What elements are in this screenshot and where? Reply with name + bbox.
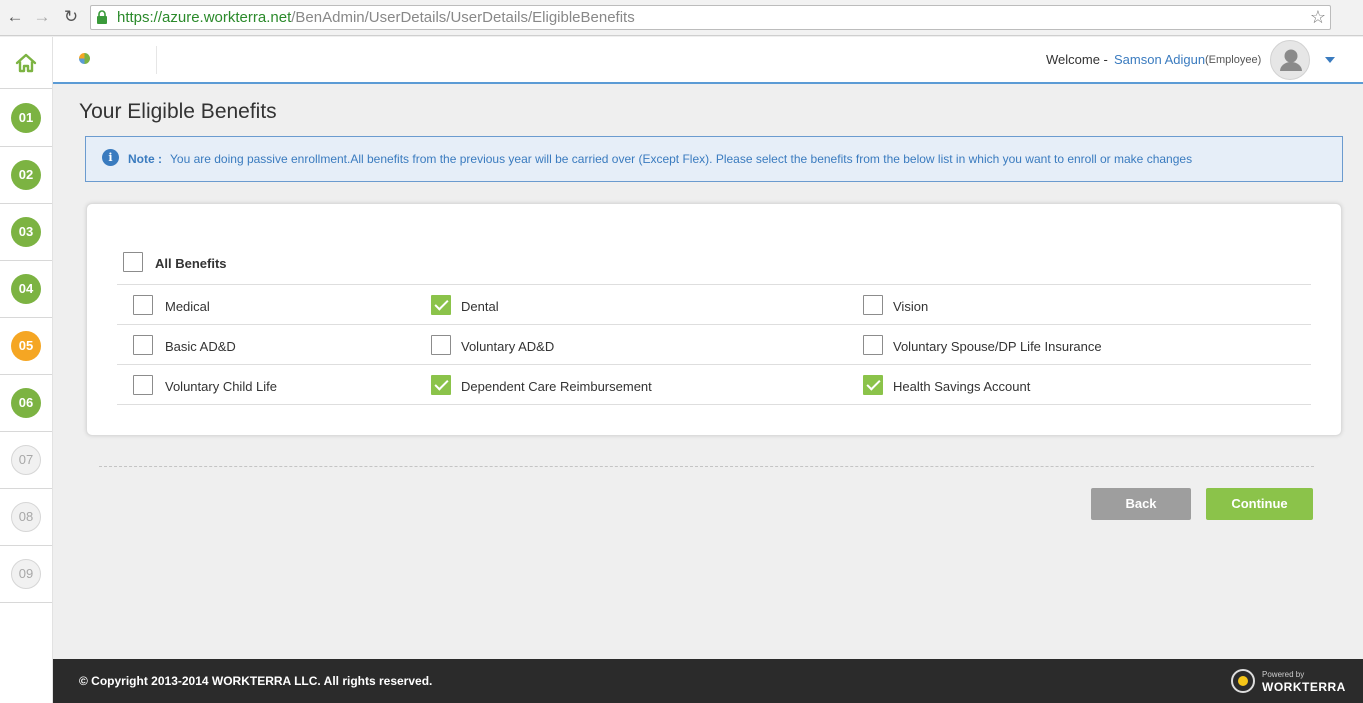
step-9[interactable]: 09 bbox=[0, 546, 52, 603]
chevron-down-icon[interactable] bbox=[1325, 57, 1335, 63]
step-2[interactable]: 02 bbox=[0, 147, 52, 204]
benefit-label[interactable]: Voluntary Child Life bbox=[165, 379, 277, 394]
back-button[interactable]: Back bbox=[1091, 488, 1191, 520]
note-text: You are doing passive enrollment.All ben… bbox=[170, 152, 1193, 166]
home-button[interactable] bbox=[0, 37, 52, 89]
all-benefits-label: All Benefits bbox=[155, 256, 227, 271]
row-divider bbox=[117, 404, 1311, 405]
powered-by-text: Powered by bbox=[1262, 670, 1305, 679]
note-label: Note : bbox=[128, 152, 162, 166]
forward-arrow-icon[interactable]: → bbox=[31, 6, 53, 28]
header-divider bbox=[156, 46, 157, 74]
url-path: /BenAdmin/UserDetails/UserDetails/Eligib… bbox=[291, 9, 635, 26]
address-bar[interactable]: https://azure.workterra.net/BenAdmin/Use… bbox=[90, 5, 1331, 30]
step-6[interactable]: 06 bbox=[0, 375, 52, 432]
bookmark-star-icon[interactable]: ☆ bbox=[1310, 7, 1326, 28]
benefit-label[interactable]: Medical bbox=[165, 299, 210, 314]
step-4[interactable]: 04 bbox=[0, 261, 52, 318]
benefit-checkbox[interactable] bbox=[133, 375, 153, 395]
benefit-checkbox[interactable] bbox=[431, 295, 451, 315]
row-divider bbox=[117, 324, 1311, 325]
section-divider bbox=[99, 466, 1314, 467]
app-header: Welcome - Samson Adigun (Employee) bbox=[53, 37, 1363, 84]
reload-icon[interactable]: ↻ bbox=[60, 6, 82, 28]
avatar[interactable] bbox=[1270, 40, 1310, 80]
copyright-text: © Copyright 2013-2014 WORKTERRA LLC. All… bbox=[79, 674, 433, 688]
benefit-label[interactable]: Dependent Care Reimbursement bbox=[461, 379, 652, 394]
user-silhouette-icon bbox=[1280, 49, 1302, 71]
step-8[interactable]: 08 bbox=[0, 489, 52, 546]
benefit-label[interactable]: Basic AD&D bbox=[165, 339, 236, 354]
workterra-logo-icon bbox=[1231, 669, 1255, 693]
step-rail: 01 02 03 04 05 06 07 08 09 bbox=[0, 37, 53, 703]
step-1[interactable]: 01 bbox=[0, 90, 52, 147]
benefit-checkbox[interactable] bbox=[431, 335, 451, 355]
back-arrow-icon[interactable]: ← bbox=[4, 6, 26, 28]
benefit-label[interactable]: Vision bbox=[893, 299, 928, 314]
page-title: Your Eligible Benefits bbox=[79, 100, 277, 123]
step-5[interactable]: 05 bbox=[0, 318, 52, 375]
browser-toolbar: ← → ↻ https://azure.workterra.net/BenAdm… bbox=[0, 0, 1363, 36]
url-host: https://azure.workterra.net bbox=[117, 9, 292, 26]
checkmark-icon bbox=[866, 376, 881, 391]
checkmark-icon bbox=[434, 296, 449, 311]
step-number: 01 bbox=[11, 103, 41, 133]
benefit-label[interactable]: Voluntary Spouse/DP Life Insurance bbox=[893, 339, 1102, 354]
checkmark-icon bbox=[434, 376, 449, 391]
logo-icon[interactable] bbox=[79, 53, 90, 64]
user-role: (Employee) bbox=[1205, 54, 1262, 66]
benefit-checkbox[interactable] bbox=[863, 375, 883, 395]
step-number: 05 bbox=[11, 331, 41, 361]
info-note: i Note : You are doing passive enrollmen… bbox=[85, 136, 1343, 182]
benefit-label[interactable]: Voluntary AD&D bbox=[461, 339, 554, 354]
step-number: 04 bbox=[11, 274, 41, 304]
info-icon: i bbox=[102, 149, 119, 166]
step-number: 03 bbox=[11, 217, 41, 247]
benefit-label[interactable]: Dental bbox=[461, 299, 499, 314]
step-number: 02 bbox=[11, 160, 41, 190]
benefit-checkbox[interactable] bbox=[431, 375, 451, 395]
step-number: 07 bbox=[11, 445, 41, 475]
step-number: 09 bbox=[11, 559, 41, 589]
all-benefits-checkbox[interactable] bbox=[123, 252, 143, 272]
benefit-checkbox[interactable] bbox=[133, 335, 153, 355]
footer: © Copyright 2013-2014 WORKTERRA LLC. All… bbox=[53, 659, 1363, 703]
welcome-text: Welcome - bbox=[1046, 52, 1108, 67]
brand-text: WORKTERRA bbox=[1262, 680, 1346, 694]
row-divider bbox=[117, 364, 1311, 365]
home-icon bbox=[15, 53, 37, 72]
step-number: 08 bbox=[11, 502, 41, 532]
benefit-checkbox[interactable] bbox=[863, 295, 883, 315]
step-number: 06 bbox=[11, 388, 41, 418]
url-text: https://azure.workterra.net/BenAdmin/Use… bbox=[117, 9, 635, 26]
step-3[interactable]: 03 bbox=[0, 204, 52, 261]
row-divider bbox=[117, 284, 1311, 285]
step-7[interactable]: 07 bbox=[0, 432, 52, 489]
continue-button[interactable]: Continue bbox=[1206, 488, 1313, 520]
lock-icon bbox=[97, 10, 107, 24]
benefit-label[interactable]: Health Savings Account bbox=[893, 379, 1030, 394]
user-name-link[interactable]: Samson Adigun bbox=[1114, 52, 1205, 67]
benefits-panel: All Benefits Medical Dental Vision Basic AD… bbox=[86, 203, 1342, 436]
benefit-checkbox[interactable] bbox=[133, 295, 153, 315]
benefit-checkbox[interactable] bbox=[863, 335, 883, 355]
